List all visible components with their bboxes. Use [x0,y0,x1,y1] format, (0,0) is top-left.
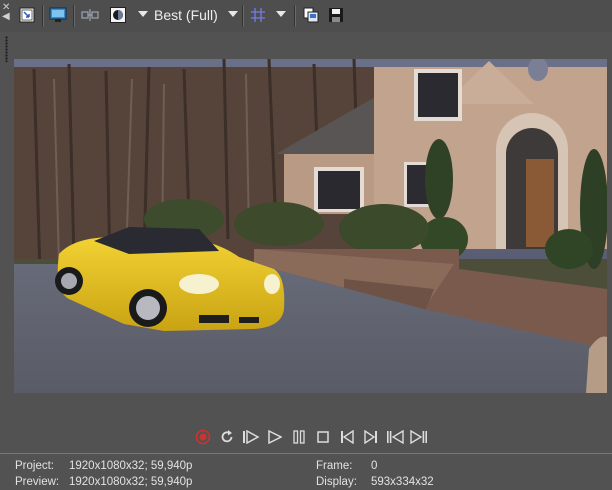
stop-button[interactable] [313,426,333,448]
project-info: Project: 1920x1080x32; 59,940p [15,459,192,473]
collapse-arrow-icon[interactable]: ◀ [2,12,12,22]
pause-icon [293,430,305,444]
quality-dropdown-arrow-icon[interactable] [228,11,238,17]
frame-value: 0 [371,460,378,472]
display-value: 593x334x32 [371,476,434,488]
display-info: Display: 593x334x32 [316,475,434,489]
split-screen-button[interactable] [81,6,99,24]
next-frame-button[interactable] [361,426,381,448]
quality-select[interactable]: Best (Full) [154,7,218,23]
record-button[interactable] [193,426,213,448]
video-fx-icon [19,7,35,23]
play-from-start-button[interactable] [241,426,261,448]
go-to-start-icon [387,430,404,444]
play-button[interactable] [265,426,285,448]
previous-frame-icon [341,430,354,444]
go-to-start-button[interactable] [385,426,405,448]
transport-controls [0,426,612,448]
overlay-dropdown-arrow-icon[interactable] [138,11,148,17]
go-to-end-icon [410,430,427,444]
status-divider [0,453,612,454]
video-preview[interactable] [14,59,607,393]
previous-frame-button[interactable] [337,426,357,448]
project-label: Project: [15,460,54,472]
preview-frame-image [14,59,607,393]
frame-label: Frame: [316,460,353,472]
next-frame-icon [364,430,377,444]
grid-dropdown-arrow-icon[interactable] [276,11,286,17]
grid-overlay-icon [251,8,265,22]
external-monitor-button[interactable] [49,6,67,24]
overlay-button[interactable] [109,6,127,24]
frame-info: Frame: 0 [316,459,377,473]
play-icon [268,430,282,444]
window-controls[interactable]: ✕ ◀ [2,3,12,22]
panel-grip[interactable] [5,36,8,62]
stop-icon [317,431,329,443]
display-label: Display: [316,476,357,488]
go-to-end-button[interactable] [409,426,429,448]
copy-snapshot-icon [303,7,319,23]
overlay-icon [110,7,126,23]
copy-snapshot-button[interactable] [302,6,320,24]
pause-button[interactable] [289,426,309,448]
external-monitor-icon [49,7,67,22]
preview-label: Preview: [15,476,60,488]
split-screen-icon [81,9,99,21]
preview-toolbar: ✕ ◀ Best (Full) [0,0,612,32]
project-value: 1920x1080x32; 59,940p [69,460,193,472]
play-from-start-icon [243,430,260,444]
video-fx-button[interactable] [18,6,36,24]
preview-info: Preview: 1920x1080x32; 59,940p [15,475,192,489]
loop-icon [221,430,233,443]
preview-value: 1920x1080x32; 59,940p [69,476,193,488]
save-snapshot-icon [329,8,343,22]
save-snapshot-button[interactable] [327,6,345,24]
loop-button[interactable] [217,426,237,448]
record-icon [195,429,211,445]
grid-overlay-button[interactable] [249,6,267,24]
